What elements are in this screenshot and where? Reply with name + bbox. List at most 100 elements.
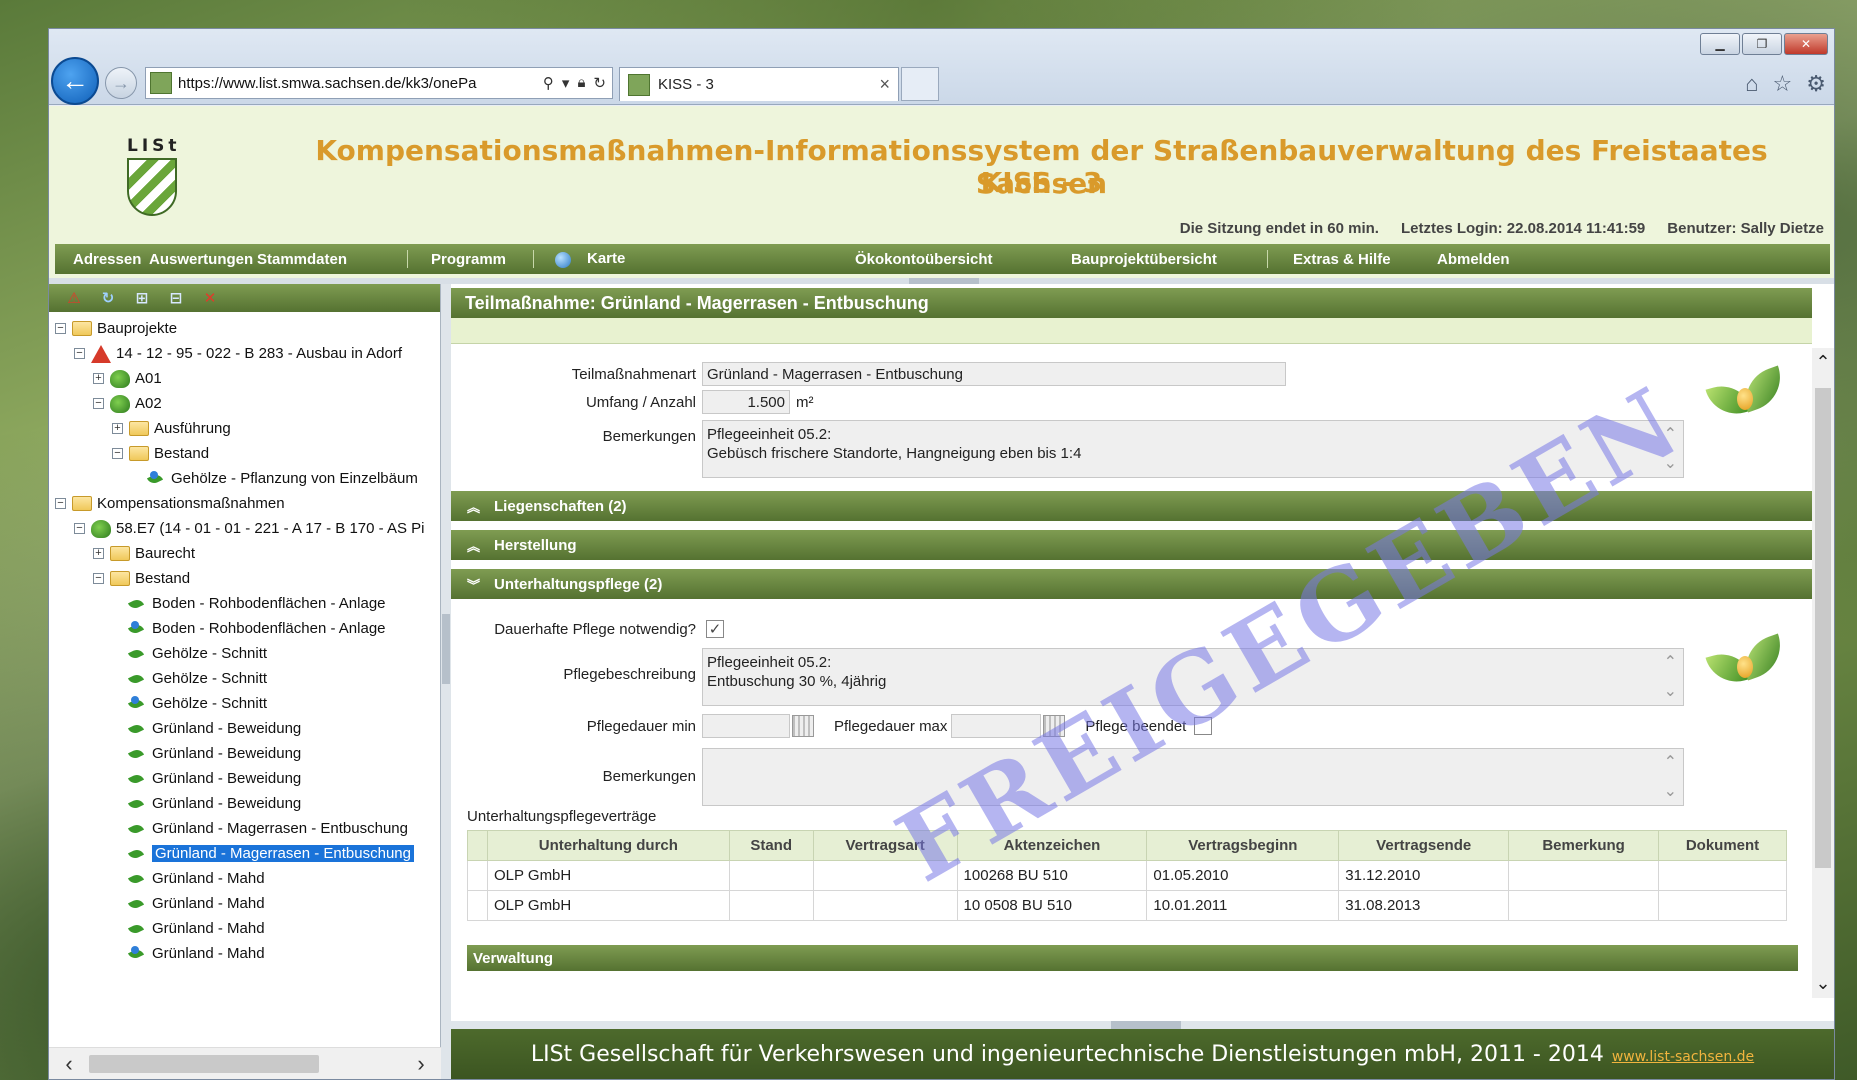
- pflege-bemerkungen-textarea[interactable]: ⌃ ⌄: [702, 748, 1684, 806]
- menu-extras[interactable]: Extras & Hilfe: [1293, 251, 1391, 268]
- menu-auswertungen[interactable]: Auswertungen: [149, 251, 253, 268]
- menu-abmelden[interactable]: Abmelden: [1437, 251, 1510, 268]
- refresh-icon[interactable]: ↻: [593, 74, 606, 92]
- table-row[interactable]: OLP GmbH 10 0508 BU 510 10.01.2011 31.08…: [467, 890, 1787, 921]
- menu-stammdaten[interactable]: Stammdaten: [257, 251, 347, 268]
- table-header[interactable]: Bemerkung: [1508, 830, 1660, 861]
- tree-node[interactable]: Grünland - Mahd: [49, 866, 440, 891]
- chevron-up-icon[interactable]: ⌃: [1664, 753, 1677, 772]
- chevron-down-icon[interactable]: ⌄: [1664, 782, 1677, 801]
- tree-node[interactable]: Grünland - Magerrasen - Entbuschung: [49, 841, 440, 866]
- refresh-tree-icon[interactable]: ↻: [97, 288, 119, 308]
- tree-node[interactable]: Gehölze - Schnitt: [49, 691, 440, 716]
- table-header[interactable]: Vertragsbeginn: [1146, 830, 1340, 861]
- table-header[interactable]: Vertragsart: [812, 830, 958, 861]
- gear-icon[interactable]: ⚙: [1806, 71, 1826, 97]
- browser-tab[interactable]: KISS - 3 ×: [619, 67, 899, 101]
- address-bar[interactable]: https://www.list.smwa.sachsen.de/kk3/one…: [145, 67, 613, 99]
- table-cell-select[interactable]: [467, 890, 488, 921]
- textarea-scroll-arrows[interactable]: ⌃ ⌄: [1664, 425, 1677, 473]
- vertical-splitter[interactable]: [441, 284, 451, 1079]
- calendar-icon[interactable]: [1043, 715, 1066, 737]
- warning-icon[interactable]: ⚠: [63, 288, 85, 308]
- chevron-down-icon[interactable]: ⌄: [1664, 682, 1677, 701]
- section-unterhaltungspflege[interactable]: ︾ Unterhaltungspflege (2): [451, 569, 1812, 599]
- scroll-thumb[interactable]: [89, 1054, 319, 1073]
- lock-icon[interactable]: 🔒︎: [577, 74, 585, 92]
- textarea-scroll-arrows[interactable]: ⌃ ⌄: [1664, 653, 1677, 701]
- pflege-beendet-checkbox[interactable]: [1194, 717, 1213, 735]
- menu-adressen[interactable]: Adressen: [73, 251, 141, 268]
- chevron-down-icon[interactable]: ⌄: [1812, 973, 1834, 994]
- tree-node[interactable]: − Bestand: [49, 441, 440, 466]
- delete-icon[interactable]: ✕: [199, 288, 221, 308]
- tree-node[interactable]: − Bestand: [49, 566, 440, 591]
- dauerhaft-checkbox[interactable]: ✓: [706, 620, 724, 638]
- tree-node[interactable]: − A02: [49, 391, 440, 416]
- calendar-icon[interactable]: [792, 715, 814, 737]
- tree-node[interactable]: + A01: [49, 366, 440, 391]
- umfang-field[interactable]: 1.500: [702, 390, 790, 414]
- bemerkungen-textarea[interactable]: Pflegeeinheit 05.2: Gebüsch frischere St…: [702, 420, 1684, 478]
- tree-node[interactable]: Grünland - Beweidung: [49, 791, 440, 816]
- section-liegenschaften[interactable]: ︽ Liegenschaften (2): [451, 491, 1812, 521]
- expand-icon[interactable]: +: [112, 423, 123, 434]
- detail-vertical-scrollbar[interactable]: ⌃ ⌄: [1812, 348, 1834, 998]
- tree-node[interactable]: Grünland - Beweidung: [49, 766, 440, 791]
- pflegedauer-max-field[interactable]: [951, 714, 1042, 738]
- collapse-all-icon[interactable]: ⊟: [165, 288, 187, 308]
- collapse-icon[interactable]: −: [55, 323, 66, 334]
- tree-node[interactable]: Boden - Rohbodenflächen - Anlage: [49, 591, 440, 616]
- tree-node[interactable]: + Ausführung: [49, 416, 440, 441]
- section-verwaltung[interactable]: Verwaltung: [467, 945, 1798, 971]
- chevron-up-icon[interactable]: ⌃: [1664, 425, 1677, 444]
- tree-node[interactable]: Grünland - Beweidung: [49, 741, 440, 766]
- table-header[interactable]: Unterhaltung durch: [486, 830, 730, 861]
- tree-node[interactable]: Grünland - Beweidung: [49, 716, 440, 741]
- tree-node[interactable]: Grünland - Magerrasen - Entbuschung: [49, 816, 440, 841]
- collapse-icon[interactable]: −: [93, 398, 104, 409]
- chevron-down-icon[interactable]: ⌄: [1664, 454, 1677, 473]
- teilmassnahmenart-field[interactable]: Grünland - Magerrasen - Entbuschung: [702, 362, 1286, 386]
- tree-node[interactable]: − Bauprojekte: [49, 316, 440, 341]
- dropdown-icon[interactable]: ▾: [562, 74, 570, 92]
- menu-bauprojekt[interactable]: Bauprojektübersicht: [1071, 251, 1217, 268]
- tree-node[interactable]: Grünland - Mahd: [49, 891, 440, 916]
- table-cell-select[interactable]: [467, 860, 488, 891]
- table-row[interactable]: OLP GmbH 100268 BU 510 01.05.2010 31.12.…: [467, 860, 1787, 891]
- table-header[interactable]: Stand: [728, 830, 814, 861]
- tree-node[interactable]: + Baurecht: [49, 541, 440, 566]
- footer-link[interactable]: www.list-sachsen.de: [1612, 1049, 1754, 1065]
- tree-node[interactable]: − Kompensationsmaßnahmen: [49, 491, 440, 516]
- star-icon[interactable]: ☆: [1773, 71, 1793, 97]
- expand-icon[interactable]: +: [93, 373, 104, 384]
- new-tab-button[interactable]: [901, 67, 939, 101]
- splitter-grip[interactable]: [1111, 1021, 1181, 1029]
- pflegebeschreibung-textarea[interactable]: Pflegeeinheit 05.2: Entbuschung 30 %, 4j…: [702, 648, 1684, 706]
- table-header[interactable]: Dokument: [1658, 830, 1787, 861]
- forward-button[interactable]: →: [105, 67, 137, 99]
- pflegedauer-min-field[interactable]: [702, 714, 790, 738]
- scroll-right-icon[interactable]: ›: [401, 1051, 441, 1077]
- tree-node[interactable]: Gehölze - Pflanzung von Einzelbäum: [49, 466, 440, 491]
- section-herstellung[interactable]: ︽ Herstellung: [451, 530, 1812, 560]
- footer-splitter[interactable]: [451, 1021, 1834, 1029]
- tree-node[interactable]: − 58.E7 (14 - 01 - 01 - 221 - A 17 - B 17…: [49, 516, 440, 541]
- search-icon[interactable]: ⚲: [543, 74, 554, 92]
- tab-close-icon[interactable]: ×: [879, 74, 890, 95]
- restore-button[interactable]: ❐: [1742, 33, 1782, 55]
- tree-node[interactable]: Gehölze - Schnitt: [49, 666, 440, 691]
- collapse-icon[interactable]: −: [74, 348, 85, 359]
- tree-node[interactable]: − 14 - 12 - 95 - 022 - B 283 - Ausbau in …: [49, 341, 440, 366]
- back-button[interactable]: ←: [51, 57, 99, 105]
- collapse-icon[interactable]: −: [112, 448, 123, 459]
- collapse-icon[interactable]: −: [55, 498, 66, 509]
- tree-node[interactable]: Boden - Rohbodenflächen - Anlage: [49, 616, 440, 641]
- expand-icon[interactable]: +: [93, 548, 104, 559]
- expand-all-icon[interactable]: ⊞: [131, 288, 153, 308]
- menu-programm[interactable]: Programm: [431, 251, 506, 268]
- menu-karte[interactable]: Karte: [555, 250, 625, 268]
- table-header[interactable]: Aktenzeichen: [956, 830, 1148, 861]
- table-header[interactable]: Vertragsende: [1338, 830, 1510, 861]
- scroll-left-icon[interactable]: ‹: [49, 1051, 89, 1077]
